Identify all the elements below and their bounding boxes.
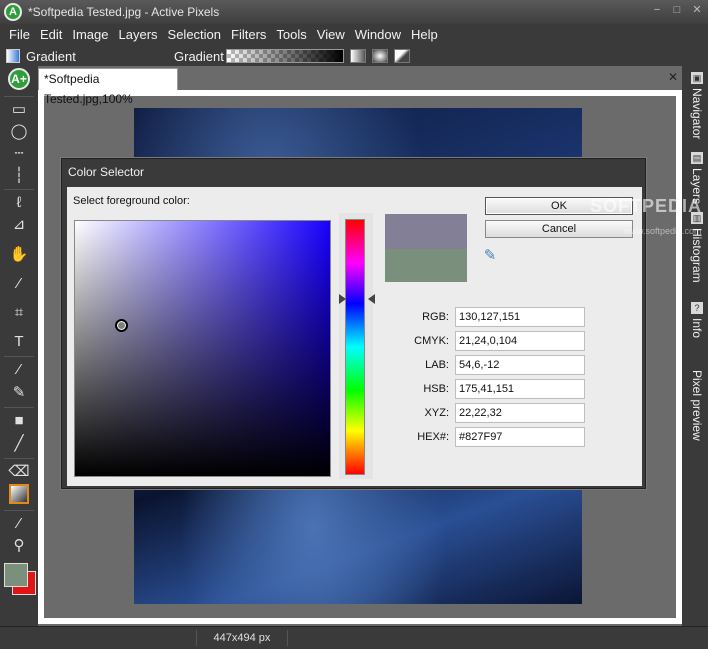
app-menu-button[interactable]: A+ <box>8 68 30 90</box>
menu-filters[interactable]: Filters <box>226 24 271 46</box>
gradient-preset-picker[interactable] <box>226 49 344 63</box>
lab-label: LAB: <box>425 359 449 371</box>
hue-slider-handle-left[interactable] <box>339 294 346 304</box>
saturation-brightness-picker[interactable] <box>74 220 331 477</box>
linear-gradient-button[interactable] <box>350 49 366 63</box>
pencil-tool[interactable]: ✎ <box>6 382 32 404</box>
info-icon: ? <box>691 302 703 314</box>
rect-select-tool[interactable]: ▭ <box>6 99 32 121</box>
active-tool-name: Gradient <box>26 48 76 64</box>
cancel-button[interactable]: Cancel <box>485 220 633 238</box>
dialog-title: Color Selector <box>68 165 145 179</box>
app-logo-icon: A <box>4 3 22 21</box>
menu-bar: File Edit Image Layers Selection Filters… <box>0 24 708 46</box>
document-tab[interactable]: *Softpedia Tested.jpg,100% <box>38 68 178 106</box>
navigator-icon: ▣ <box>691 72 703 84</box>
hex-field[interactable]: #827F97 <box>455 427 585 447</box>
toolbar-separator <box>4 510 34 511</box>
dock-tab-label: Histogram <box>690 228 704 283</box>
toolbar-separator <box>4 356 34 357</box>
menu-file[interactable]: File <box>4 24 35 46</box>
line-tool[interactable]: ╱ <box>6 433 32 455</box>
diamond-gradient-button[interactable] <box>394 49 410 63</box>
hsb-label: HSB: <box>423 383 449 395</box>
right-dock: ▣Navigator ▤Layers ▥Histogram ?Info Pixe… <box>682 66 708 626</box>
cmyk-field[interactable]: 21,24,0,104 <box>455 331 585 351</box>
tool-options-bar: Gradient Gradient <box>0 46 708 66</box>
current-color-preview <box>385 249 467 282</box>
menu-edit[interactable]: Edit <box>35 24 67 46</box>
layers-icon: ▤ <box>691 152 703 164</box>
dock-tab-histogram[interactable]: ▥Histogram <box>686 212 704 283</box>
menu-image[interactable]: Image <box>67 24 113 46</box>
window-title: *Softpedia Tested.jpg - Active Pixels <box>28 5 220 19</box>
toolbar-separator <box>4 189 34 190</box>
radial-gradient-button[interactable] <box>372 49 388 63</box>
minimize-button[interactable]: − <box>650 3 664 17</box>
new-color-preview <box>385 214 467 249</box>
eyedropper-tool[interactable]: ⁄ <box>6 513 32 535</box>
watermark-url: www.softpedia.com <box>624 226 702 236</box>
close-document-icon[interactable]: ✕ <box>668 70 678 84</box>
toolbar-separator <box>4 407 34 408</box>
menu-layers[interactable]: Layers <box>114 24 163 46</box>
rgb-field[interactable]: 130,127,151 <box>455 307 585 327</box>
rgb-label: RGB: <box>422 311 449 323</box>
xyz-label: XYZ: <box>424 407 449 419</box>
dock-tab-info[interactable]: ? Info <box>686 302 704 338</box>
image-dimensions: 447x494 px <box>196 630 288 646</box>
polygon-lasso-tool[interactable]: ⊿ <box>6 214 32 236</box>
color-picker-cursor[interactable] <box>115 319 128 332</box>
cmyk-label: CMYK: <box>414 335 449 347</box>
xyz-field[interactable]: 22,22,32 <box>455 403 585 423</box>
hue-slider[interactable] <box>345 219 365 475</box>
dock-tab-label: Pixel preview <box>690 370 704 441</box>
watermark: SOFTPEDIA <box>590 196 703 216</box>
gradient-tool[interactable] <box>9 484 29 504</box>
hex-label: HEX#: <box>417 431 449 443</box>
magic-wand-tool[interactable]: ⁄ <box>6 273 32 295</box>
dock-tab-label: Info <box>690 318 704 339</box>
lasso-tool[interactable]: ℓ <box>6 192 32 214</box>
hue-slider-handle-right[interactable] <box>368 294 375 304</box>
ellipse-select-tool[interactable]: ◯ <box>6 121 32 143</box>
menu-view[interactable]: View <box>312 24 350 46</box>
gradient-option-label: Gradient <box>174 48 224 64</box>
close-button[interactable]: ✕ <box>690 3 704 17</box>
zoom-tool[interactable]: ⚲ <box>6 535 32 557</box>
gradient-tool-icon <box>6 49 20 63</box>
dialog-body: Select foreground color: OK Cancel ✎ RGB… <box>67 187 642 486</box>
dock-tab-label: Navigator <box>690 88 704 140</box>
foreground-color-swatch[interactable] <box>4 563 28 587</box>
tools-panel: A+ ▭ ◯ ┄ ┆ ℓ ⊿ ✋ ⁄ ⌗ T ⁄ ✎ ■ ╱ ⌫ ⁄ ⚲ <box>0 66 38 626</box>
eyedropper-icon[interactable]: ✎ <box>481 247 499 265</box>
status-bar: 447x494 px <box>0 626 708 649</box>
eraser-tool[interactable]: ⌫ <box>6 461 32 483</box>
menu-selection[interactable]: Selection <box>163 24 226 46</box>
menu-help[interactable]: Help <box>406 24 443 46</box>
rectangle-shape-tool[interactable]: ■ <box>6 410 32 432</box>
lab-field[interactable]: 54,6,-12 <box>455 355 585 375</box>
dock-tab-pixel-preview[interactable]: Pixel preview <box>686 370 704 441</box>
text-tool[interactable]: T <box>6 331 32 353</box>
brush-tool[interactable]: ⁄ <box>6 359 32 381</box>
hand-tool[interactable]: ✋ <box>6 244 32 266</box>
crop-tool[interactable]: ⌗ <box>6 302 32 324</box>
column-select-tool[interactable]: ┆ <box>6 165 32 187</box>
hsb-field[interactable]: 175,41,151 <box>455 379 585 399</box>
dialog-prompt: Select foreground color: <box>73 195 190 207</box>
maximize-button[interactable]: □ <box>670 3 684 17</box>
menu-tools[interactable]: Tools <box>271 24 311 46</box>
row-select-tool[interactable]: ┄ <box>6 143 32 165</box>
toolbar-separator <box>4 458 34 459</box>
title-bar: A *Softpedia Tested.jpg - Active Pixels … <box>0 0 708 24</box>
dock-tab-navigator[interactable]: ▣ Navigator <box>686 72 704 139</box>
toolbar-separator <box>4 96 34 97</box>
color-selector-dialog: Color Selector Select foreground color: … <box>61 158 646 489</box>
menu-window[interactable]: Window <box>350 24 406 46</box>
